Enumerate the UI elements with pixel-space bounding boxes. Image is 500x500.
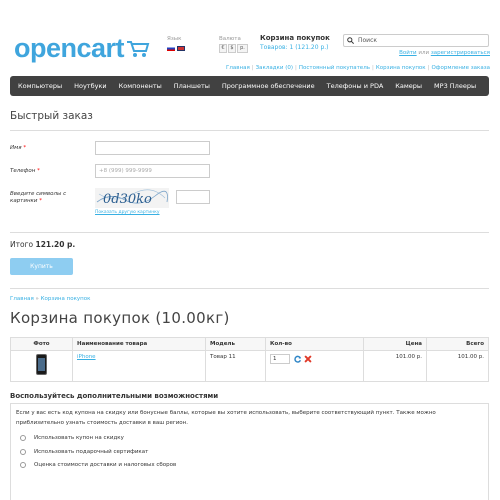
language-selector: Язык <box>167 36 187 52</box>
col-name: Наименование товара <box>72 337 206 351</box>
product-model-cell: Товар 11 <box>205 350 266 382</box>
divider: | <box>427 65 430 71</box>
flag-gb-icon[interactable] <box>177 46 185 51</box>
product-image[interactable] <box>36 354 47 375</box>
remove-icon[interactable] <box>304 355 312 363</box>
currency-eur[interactable]: € <box>219 44 227 53</box>
quantity-input[interactable]: 1 <box>270 354 290 364</box>
product-image-cell <box>10 350 73 382</box>
register-link[interactable]: зарегистрироваться <box>431 50 490 56</box>
top-link-home[interactable]: Главная <box>226 65 250 71</box>
phone-screen <box>38 358 45 371</box>
coupon-radio[interactable] <box>20 435 26 441</box>
divider <box>10 232 489 233</box>
breadcrumb-separator: » <box>35 296 39 302</box>
menu-item-components[interactable]: Компоненты <box>113 82 168 90</box>
welcome-or: или <box>418 50 430 56</box>
col-model: Модель <box>205 337 266 351</box>
refresh-icon[interactable] <box>294 355 302 363</box>
mini-cart[interactable]: Корзина покупок Товаров: 1 (121.20 р.) <box>260 34 330 51</box>
top-link-wishlist[interactable]: Закладки (0) <box>256 65 293 71</box>
logo-text: opencart <box>14 33 125 63</box>
divider <box>10 288 489 289</box>
table-row: iPhone Товар 11 1 101.00 р. 101.00 р. <box>10 350 489 382</box>
name-label: Имя * <box>10 145 26 151</box>
menu-item-mp3[interactable]: MP3 Плееры <box>428 82 482 90</box>
breadcrumb-cart[interactable]: Корзина покупок <box>41 296 91 302</box>
coupon-radio-label[interactable]: Использовать купон на скидку <box>34 435 124 441</box>
voucher-radio[interactable] <box>20 449 26 455</box>
product-name-link[interactable]: iPhone <box>77 354 96 360</box>
menu-item-laptops[interactable]: Ноутбуки <box>68 82 113 90</box>
table-header-row: Фото Наименование товара Модель Кол-во Ц… <box>10 337 489 351</box>
col-price: Цена <box>363 337 427 351</box>
menu-item-tablets[interactable]: Планшеты <box>168 82 216 90</box>
language-label: Язык <box>167 36 182 42</box>
phone-label-text: Телефон <box>10 168 36 174</box>
captcha-input[interactable] <box>176 190 210 204</box>
product-qty-cell: 1 <box>265 350 364 382</box>
captcha-label: Введите символы с картинки * <box>10 191 85 205</box>
search-box[interactable]: Поиск <box>343 34 489 47</box>
currency-selector: Валюта € $ р. <box>219 36 249 53</box>
options-description: Если у вас есть код купона на скидку или… <box>16 410 436 426</box>
total-value: 121.20 р. <box>35 240 76 249</box>
product-price-cell: 101.00 р. <box>363 350 427 382</box>
mini-cart-summary[interactable]: Товаров: 1 (121.20 р.) <box>260 44 330 51</box>
logo[interactable]: opencart <box>14 35 150 62</box>
buy-button[interactable]: Купить <box>10 258 73 275</box>
divider: | <box>294 65 297 71</box>
welcome-text: Войти или зарегистрироваться <box>399 50 490 56</box>
currency-label: Валюта <box>219 36 241 42</box>
captcha-text: 0d30ko <box>103 192 152 207</box>
shipping-radio[interactable] <box>20 462 26 468</box>
total-label: Итого <box>10 240 34 249</box>
options-title: Воспользуйтесь дополнительными возможнос… <box>10 392 219 400</box>
phone-label: Телефон * <box>10 168 40 174</box>
captcha-noise: 0d30ko <box>96 189 168 207</box>
product-total-cell: 101.00 р. <box>426 350 489 382</box>
divider: | <box>371 65 374 71</box>
breadcrumb: Главная » Корзина покупок <box>10 296 90 302</box>
cart-table: Фото Наименование товара Модель Кол-во Ц… <box>10 337 489 382</box>
mini-cart-title: Корзина покупок <box>260 34 330 42</box>
shipping-radio-label[interactable]: Оценка стоимости доставки и налоговых сб… <box>34 462 176 468</box>
captcha-refresh-link[interactable]: Показать другую картинку <box>95 210 160 215</box>
menu-item-computers[interactable]: Компьютеры <box>12 82 68 90</box>
col-qty: Кол-во <box>265 337 364 351</box>
flag-ru-icon[interactable] <box>167 46 175 51</box>
search-icon[interactable] <box>347 37 354 44</box>
main-menu: Компьютеры Ноутбуки Компоненты Планшеты … <box>10 76 489 96</box>
name-label-text: Имя <box>10 145 22 151</box>
divider: | <box>251 65 254 71</box>
top-link-cart[interactable]: Корзина покупок <box>376 65 426 71</box>
required-mark: * <box>39 198 42 204</box>
top-link-checkout[interactable]: Оформление заказа <box>431 65 490 71</box>
col-total: Всего <box>426 337 489 351</box>
captcha-image: 0d30ko <box>95 188 169 208</box>
name-field[interactable] <box>95 141 210 155</box>
login-link[interactable]: Войти <box>399 50 417 56</box>
required-mark: * <box>37 168 40 174</box>
top-link-account[interactable]: Постоянный покупатель <box>299 65 370 71</box>
top-links: Главная | Закладки (0) | Постоянный покупа… <box>226 65 490 71</box>
menu-item-software[interactable]: Программное обеспечение <box>216 82 321 90</box>
voucher-radio-label[interactable]: Использовать подарочный сертификат <box>34 449 148 455</box>
breadcrumb-home[interactable]: Главная <box>10 296 34 302</box>
product-name-cell: iPhone <box>72 350 206 382</box>
search-input[interactable]: Поиск <box>358 37 377 44</box>
currency-rub[interactable]: р. <box>237 44 248 53</box>
order-total: Итого 121.20 р. <box>10 240 75 249</box>
col-photo: Фото <box>10 337 73 351</box>
currency-usd[interactable]: $ <box>228 44 236 53</box>
quick-order-title: Быстрый заказ <box>10 110 93 122</box>
menu-item-cameras[interactable]: Камеры <box>389 82 428 90</box>
divider <box>10 130 489 131</box>
cart-title: Корзина покупок (10.00кг) <box>10 309 230 327</box>
logo-cart-icon <box>127 41 150 57</box>
menu-item-phones[interactable]: Телефоны и PDA <box>321 82 390 90</box>
required-mark: * <box>23 145 27 151</box>
phone-field[interactable]: +8 (999) 999-9999 <box>95 164 210 178</box>
